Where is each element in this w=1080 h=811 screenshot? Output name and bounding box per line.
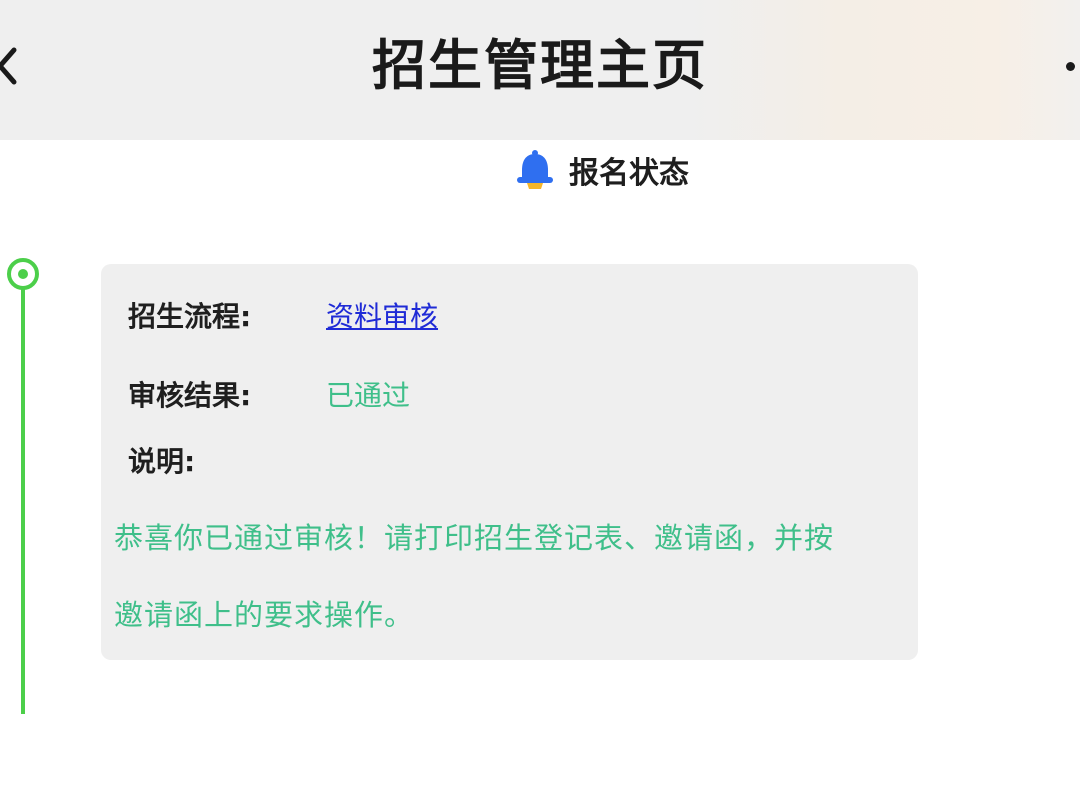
section-title: 报名状态	[569, 156, 689, 191]
status-card: 招生流程: 资料审核 审核结果: 已通过 说明: 恭喜你已通过审核！请打印招生登…	[101, 264, 918, 660]
note-text: 恭喜你已通过审核！请打印招生登记表、邀请函，并按 邀请函上的要求操作。	[114, 500, 904, 654]
more-button[interactable]	[1064, 52, 1080, 80]
page: 招生管理主页 报名状态 招生流程: 资料审核 审核结果: 已通过 说明: 恭喜你…	[0, 0, 1080, 811]
note-line-2: 邀请函上的要求操作。	[114, 598, 415, 632]
bell-icon	[517, 150, 553, 189]
timeline-node-icon	[7, 258, 39, 290]
process-link[interactable]: 资料审核	[326, 297, 438, 337]
section-header: 报名状态	[515, 148, 689, 192]
more-dots-icon	[1066, 62, 1075, 71]
page-title: 招生管理主页	[372, 34, 708, 97]
result-value: 已通过	[326, 379, 411, 412]
note-line-1: 恭喜你已通过审核！请打印招生登记表、邀请函，并按	[114, 521, 835, 555]
note-label: 说明:	[128, 445, 196, 478]
process-label: 招生流程:	[128, 300, 252, 333]
timeline-line	[21, 286, 25, 714]
result-label: 审核结果:	[128, 379, 252, 412]
top-bar: 招生管理主页	[0, 0, 1080, 140]
